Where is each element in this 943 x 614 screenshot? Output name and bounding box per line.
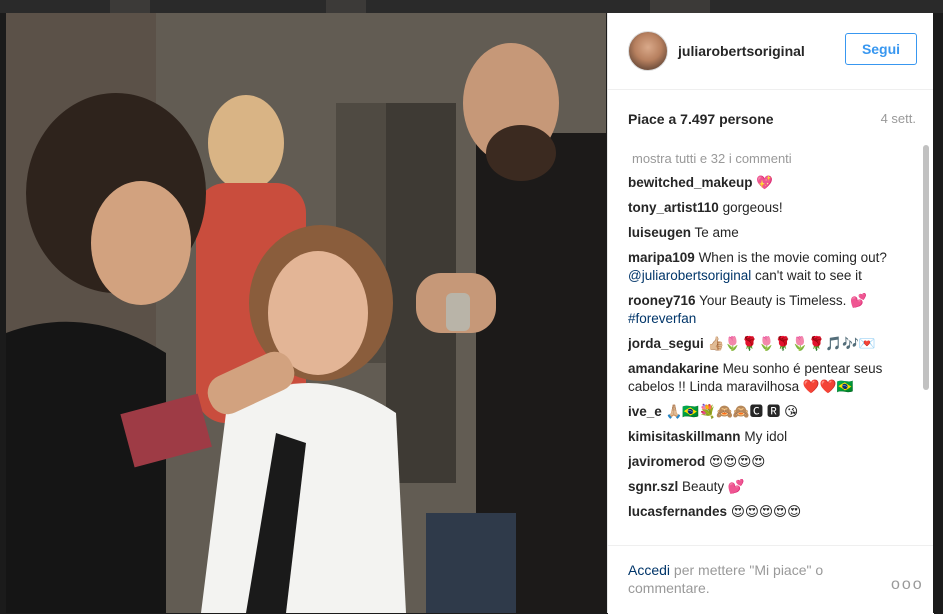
comment-text: Te ame	[694, 225, 739, 240]
comment-user[interactable]: sgnr.szl	[628, 479, 678, 494]
post-photo[interactable]	[6, 13, 606, 613]
comment-text: 👍🏼🌷🌹🌷🌹🌷🌹🎵🎶💌	[707, 336, 876, 351]
right-gutter	[933, 13, 943, 613]
comment-text: 😍😍😍😍	[709, 454, 766, 469]
comment-text: can't wait to see it	[755, 268, 862, 283]
comment: javiromerod 😍😍😍😍	[628, 453, 912, 471]
avatar[interactable]	[628, 31, 668, 71]
comment-user[interactable]: jorda_segui	[628, 336, 704, 351]
comment-hashtag[interactable]: #foreverfan	[628, 311, 696, 326]
comment: bewitched_makeup 💖	[628, 174, 912, 192]
thumbnail[interactable]	[650, 0, 710, 13]
photo-illustration	[6, 13, 606, 613]
thumbnail[interactable]	[326, 0, 366, 13]
comment-user[interactable]: bewitched_makeup	[628, 175, 753, 190]
comment: rooney716 Your Beauty is Timeless. 💕 #fo…	[628, 292, 912, 328]
thumbnail[interactable]	[110, 0, 150, 13]
comment: sgnr.szl Beauty 💕	[628, 478, 912, 496]
comment: lucasfernandes 😍😍😍😍😍	[628, 503, 912, 521]
comment-mention[interactable]: @juliarobertsoriginal	[628, 268, 751, 283]
comment-text: gorgeous!	[722, 200, 783, 215]
show-all-comments-link[interactable]: mostra tutti e 32 i commenti	[628, 151, 912, 166]
comment-user[interactable]: luiseugen	[628, 225, 691, 240]
comment: kimisitaskillmann My idol	[628, 428, 912, 446]
comment-user[interactable]: lucasfernandes	[628, 504, 727, 519]
post-time[interactable]: 4 sett.	[881, 111, 916, 126]
comment-user[interactable]: maripa109	[628, 250, 695, 265]
side-panel: juliarobertsoriginal Segui Piace a 7.497…	[607, 13, 934, 614]
comment: jorda_segui 👍🏼🌷🌹🌷🌹🌷🌹🎵🎶💌	[628, 335, 912, 353]
comment-user[interactable]: rooney716	[628, 293, 696, 308]
comment-user[interactable]: tony_artist110	[628, 200, 719, 215]
comment: luiseugen Te ame	[628, 224, 912, 242]
comment-text: When is the movie coming out?	[698, 250, 887, 265]
username-link[interactable]: juliarobertsoriginal	[678, 43, 805, 59]
comments-list: mostra tutti e 32 i commenti bewitched_m…	[628, 149, 912, 545]
top-strip	[0, 0, 943, 13]
comment-text: Your Beauty is Timeless. 💕	[699, 293, 867, 308]
comment: maripa109 When is the movie coming out? …	[628, 249, 912, 285]
comments-fade	[608, 523, 914, 545]
comment-text: Beauty 💕	[682, 479, 745, 494]
likes-row: Piace a 7.497 persone 4 sett.	[628, 111, 916, 131]
comment-text: 🙏🏼🇧🇷💐🙈🙈🅲 🆁 😘	[665, 404, 799, 419]
login-prompt: Accedi per mettere "Mi piace" o commenta…	[628, 561, 858, 597]
comment-text: 😍😍😍😍😍	[730, 504, 802, 519]
login-link[interactable]: Accedi	[628, 562, 670, 578]
comment: ive_e 🙏🏼🇧🇷💐🙈🙈🅲 🆁 😘	[628, 403, 912, 421]
post-header: juliarobertsoriginal Segui	[608, 13, 934, 90]
comment: tony_artist110 gorgeous!	[628, 199, 912, 217]
comments-scrollbar[interactable]	[923, 145, 929, 390]
likes-count[interactable]: Piace a 7.497 persone	[628, 111, 774, 127]
comment: amandakarine Meu sonho é pentear seus ca…	[628, 360, 912, 396]
comment-user[interactable]: amandakarine	[628, 361, 719, 376]
comment-user[interactable]: ive_e	[628, 404, 662, 419]
follow-button[interactable]: Segui	[845, 33, 917, 65]
comment-text: 💖	[756, 175, 774, 190]
comment-user[interactable]: kimisitaskillmann	[628, 429, 741, 444]
more-options-button[interactable]: ooo	[891, 576, 924, 594]
post-footer: Accedi per mettere "Mi piace" o commenta…	[608, 545, 934, 614]
comment-user[interactable]: javiromerod	[628, 454, 705, 469]
comment-text: My idol	[744, 429, 788, 444]
